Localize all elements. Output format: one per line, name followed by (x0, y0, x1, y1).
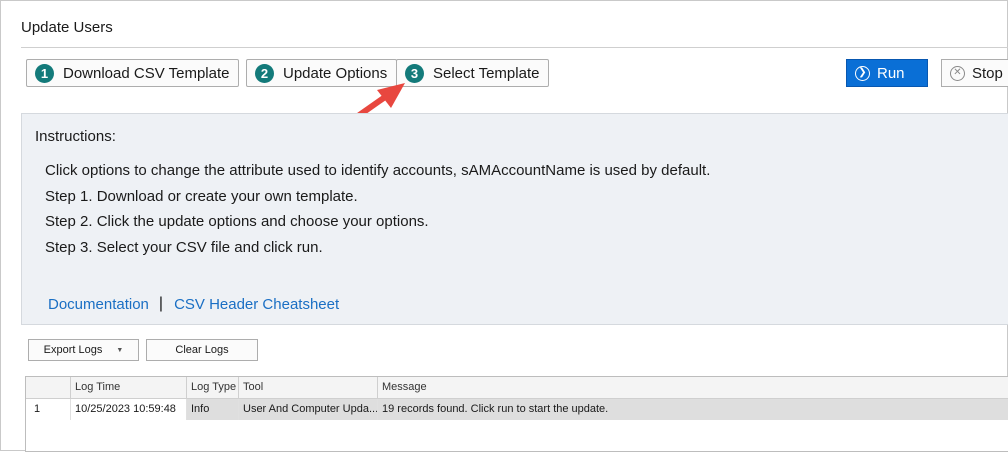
instruction-line: Step 2. Click the update options and cho… (45, 213, 429, 230)
row-index: 1 (34, 403, 41, 415)
cell-log-type: Info (186, 399, 238, 420)
cell-tool: User And Computer Upda... (238, 399, 377, 420)
csv-header-cheatsheet-link[interactable]: CSV Header Cheatsheet (174, 296, 339, 313)
table-row[interactable]: 1 10/25/2023 10:59:48 Info User And Comp… (26, 399, 1008, 420)
run-icon: ❯ (855, 65, 870, 81)
select-template-button[interactable]: 3 Select Template (396, 59, 550, 87)
instructions-heading: Instructions: (35, 128, 116, 145)
stop-icon: ✕ (950, 65, 965, 81)
instructions-panel: Instructions: Click options to change th… (21, 113, 1008, 325)
documentation-link[interactable]: Documentation (48, 296, 149, 313)
export-logs-label: Export Logs (43, 344, 103, 356)
log-grid[interactable]: Log Time Log Type Tool Message 1 10/25/2… (25, 376, 1008, 452)
cell-log-time: 10/25/2023 10:59:48 (70, 399, 186, 420)
instruction-line: Step 1. Download or create your own temp… (45, 188, 358, 205)
download-csv-template-label: Download CSV Template (63, 64, 230, 82)
stop-button[interactable]: ✕ Stop (941, 59, 1008, 87)
step-1-badge: 1 (35, 63, 54, 83)
help-links: Documentation | CSV Header Cheatsheet (48, 295, 339, 313)
column-header-message[interactable]: Message (377, 377, 1008, 398)
window-title: Update Users (21, 19, 113, 36)
update-users-window: Update Users 1 Download CSV Template 2 U… (0, 0, 1008, 452)
run-button[interactable]: ❯ Run (846, 59, 928, 87)
run-label: Run (877, 64, 905, 82)
caret-down-icon: ▼ (116, 346, 124, 354)
title-divider (21, 47, 1008, 48)
export-logs-button[interactable]: Export Logs ▼ (28, 339, 139, 361)
instruction-line: Step 3. Select your CSV file and click r… (45, 239, 323, 256)
link-separator: | (158, 295, 164, 312)
clear-logs-button[interactable]: Clear Logs (146, 339, 258, 361)
log-grid-header: Log Time Log Type Tool Message (26, 377, 1008, 399)
select-template-label: Select Template (433, 64, 540, 82)
cell-message: 19 records found. Click run to start the… (377, 399, 1008, 420)
stop-label: Stop (972, 64, 1003, 82)
column-header-log-time[interactable]: Log Time (70, 377, 186, 398)
instruction-line: Click options to change the attribute us… (45, 162, 711, 179)
column-header-tool[interactable]: Tool (238, 377, 377, 398)
step-2-badge: 2 (255, 63, 274, 83)
column-header-log-type[interactable]: Log Type (186, 377, 238, 398)
download-csv-template-button[interactable]: 1 Download CSV Template (26, 59, 240, 87)
